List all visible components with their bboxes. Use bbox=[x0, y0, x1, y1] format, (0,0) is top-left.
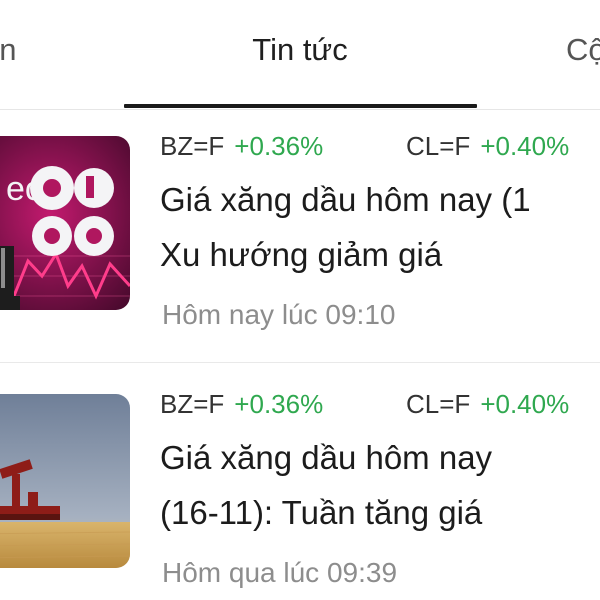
ticker-change: +0.40% bbox=[480, 131, 570, 161]
tab-bar: an Tin tức Cộ bbox=[0, 0, 600, 110]
ticker-wti[interactable]: CL=F +0.40% bbox=[406, 388, 569, 420]
active-tab-indicator bbox=[124, 104, 477, 108]
ticker-change: +0.36% bbox=[234, 389, 324, 419]
news-item[interactable]: BZ=F +0.36% CL=F +0.40% Giá xăng dầu hôm n… bbox=[0, 364, 600, 600]
list-divider bbox=[0, 362, 600, 363]
news-item[interactable]: ec BZ=F +0.36% CL=F +0.40% Giá xăng dầu hô… bbox=[0, 110, 600, 360]
news-headline[interactable]: Giá xăng dầu hôm nay (1 Xu hướng giảm gi… bbox=[160, 172, 600, 282]
news-thumbnail-oil-pump bbox=[0, 394, 130, 568]
headline-line: Giá xăng dầu hôm nay (1 bbox=[160, 181, 531, 218]
ticker-brent[interactable]: BZ=F +0.36% bbox=[160, 130, 323, 162]
headline-line: Giá xăng dầu hôm nay bbox=[160, 439, 493, 476]
ticker-symbol: BZ=F bbox=[160, 131, 225, 161]
ticker-row: BZ=F +0.36% CL=F +0.40% bbox=[160, 130, 600, 164]
thumbnail-text: ec bbox=[6, 170, 42, 208]
ticker-wti[interactable]: CL=F +0.40% bbox=[406, 130, 569, 162]
headline-line: Xu hướng giảm giá bbox=[160, 236, 443, 273]
news-thumbnail-opec: ec bbox=[0, 136, 130, 310]
ticker-change: +0.36% bbox=[234, 131, 324, 161]
ticker-symbol: CL=F bbox=[406, 131, 471, 161]
news-timestamp: Hôm qua lúc 09:39 bbox=[162, 557, 398, 588]
tab-next[interactable]: Cộ bbox=[566, 30, 600, 70]
news-headline[interactable]: Giá xăng dầu hôm nay (16-11): Tuần tăng … bbox=[160, 430, 600, 540]
tab-news[interactable]: Tin tức bbox=[0, 30, 600, 70]
ticker-row: BZ=F +0.36% CL=F +0.40% bbox=[160, 388, 600, 422]
ticker-brent[interactable]: BZ=F +0.36% bbox=[160, 388, 323, 420]
ticker-symbol: BZ=F bbox=[160, 389, 225, 419]
ticker-symbol: CL=F bbox=[406, 389, 471, 419]
headline-line: (16-11): Tuần tăng giá bbox=[160, 494, 483, 531]
ticker-change: +0.40% bbox=[480, 389, 570, 419]
news-screen: an Tin tức Cộ bbox=[0, 0, 600, 600]
news-timestamp: Hôm nay lúc 09:10 bbox=[162, 299, 396, 330]
